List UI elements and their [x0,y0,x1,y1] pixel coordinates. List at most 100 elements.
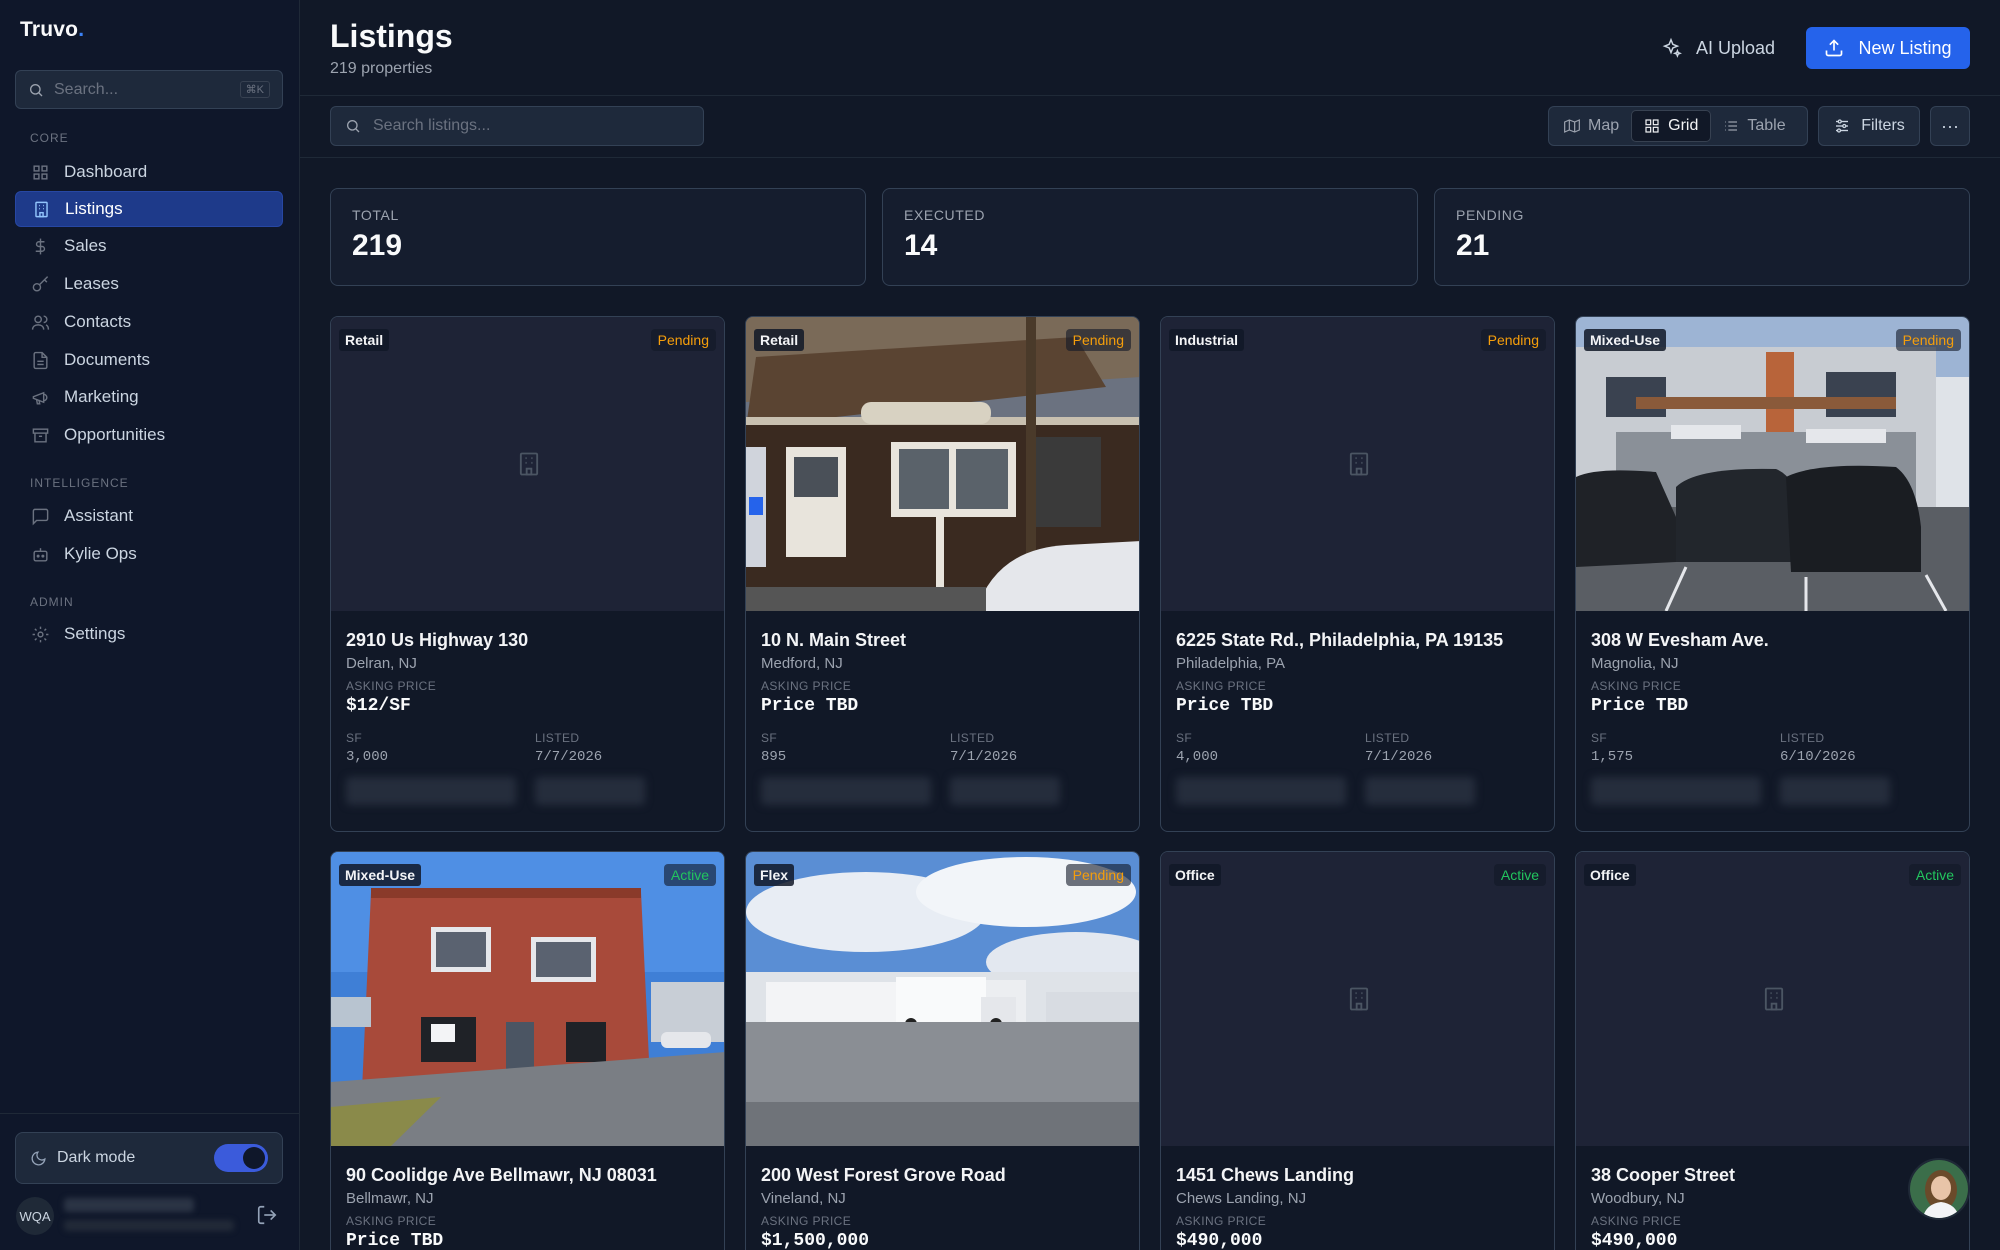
listing-address: 2910 Us Highway 130 [346,630,529,650]
redacted-field [535,777,645,805]
listing-city: Woodbury, NJ [1591,1190,1685,1207]
stat-value: 21 [1456,229,1490,262]
assistant-avatar-button[interactable] [1908,1158,1970,1220]
redacted-field [1591,777,1761,805]
building-icon [1349,452,1369,476]
asking-price-label: ASKING PRICE [761,1214,852,1228]
sidebar-item-opportunities[interactable]: Opportunities [15,417,283,453]
property-type-badge: Mixed-Use [339,864,422,886]
more-options-button[interactable]: ··· [1930,106,1970,146]
asking-price-label: ASKING PRICE [346,679,437,693]
stat-label: PENDING [1456,207,1524,223]
sidebar-item-marketing[interactable]: Marketing [15,379,283,415]
storefront-photo [746,317,1139,611]
stat-card-pending: PENDING 21 [1434,188,1970,286]
status-badge: Active [663,864,716,886]
dark-mode-toggle[interactable] [214,1144,268,1172]
listing-card[interactable]: Retail Pending 2910 Us Highway 130 Delra… [330,316,725,832]
asking-price-value: $490,000 [1176,1231,1263,1250]
view-grid-button[interactable]: Grid [1631,110,1712,142]
building-icon [1764,987,1784,1011]
listing-card[interactable]: Retail Pending 10 N. Main Street Medford… [745,316,1140,832]
redacted-field [1780,777,1890,805]
sidebar-item-settings[interactable]: Settings [15,616,283,652]
sidebar-item-documents[interactable]: Documents [15,342,283,378]
asking-price-label: ASKING PRICE [346,1214,437,1228]
listings-search-placeholder: Search listings... [373,117,491,134]
brick-building-photo [331,852,724,1146]
listing-card[interactable]: Office Active 1451 Chews Landing Chews L… [1160,851,1555,1250]
sf-value: 3,000 [346,749,389,765]
sidebar-item-label: Marketing [64,387,139,406]
sidebar-item-listings[interactable]: Listings [15,191,283,227]
upload-icon [1826,39,1843,57]
map-icon [1564,119,1580,133]
sidebar-item-leases[interactable]: Leases [15,266,283,302]
listing-address: 38 Cooper Street [1591,1165,1736,1185]
redacted-field [761,777,931,805]
sf-label: SF [346,731,363,745]
asking-price-label: ASKING PRICE [1591,1214,1682,1228]
redacted-field [950,777,1060,805]
search-icon [347,120,360,133]
asking-price-label: ASKING PRICE [1176,679,1267,693]
asking-price-value: Price TBD [1591,696,1689,716]
listing-card[interactable]: Mixed-Use Pending 308 W Evesham Ave. Mag… [1575,316,1970,832]
property-type-badge: Office [1584,864,1636,886]
listing-address: 308 W Evesham Ave. [1591,630,1769,650]
sidebar-search-input[interactable]: Search... ⌘K [15,70,283,109]
asking-price-value: $1,500,000 [761,1231,870,1250]
view-map-button[interactable]: Map [1552,110,1631,142]
sidebar-item-label: Documents [64,350,150,369]
listing-city: Philadelphia, PA [1176,655,1285,672]
asking-price-value: Price TBD [346,1231,444,1250]
section-label-core: CORE [30,131,69,145]
app-logo[interactable]: Truvo. [20,18,84,42]
ai-upload-button[interactable]: AI Upload [1660,30,1775,66]
sidebar-item-kylie-ops[interactable]: Kylie Ops [15,536,283,572]
logout-icon[interactable] [256,1204,278,1226]
sidebar-item-assistant[interactable]: Assistant [15,498,283,534]
sidebar-item-label: Sales [64,236,107,255]
redacted-field [346,777,516,805]
view-map-label: Map [1588,117,1620,134]
view-table-button[interactable]: Table [1711,110,1797,142]
listings-search-input[interactable]: Search listings... [330,106,704,146]
listing-card[interactable]: Mixed-Use Active 90 Coolidge Ave Bellmaw… [330,851,725,1250]
user-name-redacted [64,1198,194,1212]
listing-card[interactable]: Industrial Pending 6225 State Rd., Phila… [1160,316,1555,832]
listing-image-placeholder [331,317,724,611]
listing-card[interactable]: Flex Pending 200 West Forest Grove Road … [745,851,1140,1250]
sf-value: 895 [761,749,787,765]
asking-price-value: Price TBD [1176,696,1274,716]
sidebar-item-label: Assistant [64,506,133,525]
users-icon [31,314,50,330]
bot-icon [33,547,48,562]
page-subtitle: 219 properties [330,60,433,77]
status-badge: Active [1493,864,1546,886]
status-badge: Pending [1065,864,1131,886]
status-badge: Pending [1895,329,1961,351]
page-header: Listings 219 properties AI Upload New Li… [300,0,2000,96]
ai-upload-label: AI Upload [1696,37,1776,58]
property-type-badge: Retail [754,329,805,351]
listing-city: Vineland, NJ [761,1190,846,1207]
grid-icon [1645,119,1659,133]
new-listing-button[interactable]: New Listing [1806,27,1970,69]
status-badge: Pending [1065,329,1131,351]
avatar[interactable]: WQA [16,1197,54,1235]
filters-button[interactable]: Filters [1818,106,1920,146]
sf-label: SF [1591,731,1608,745]
sidebar-item-contacts[interactable]: Contacts [15,304,283,340]
listed-value: 7/7/2026 [535,749,603,765]
listed-label: LISTED [950,731,995,745]
sidebar-item-sales[interactable]: Sales [15,228,283,264]
listing-image-placeholder [1576,852,1969,1146]
grid-icon [33,164,48,180]
chat-icon [32,508,49,525]
redacted-field [1365,777,1475,805]
sidebar-item-dashboard[interactable]: Dashboard [15,154,283,190]
building-icon [1349,987,1369,1011]
view-table-label: Table [1747,117,1786,134]
asking-price-value: Price TBD [761,696,859,716]
